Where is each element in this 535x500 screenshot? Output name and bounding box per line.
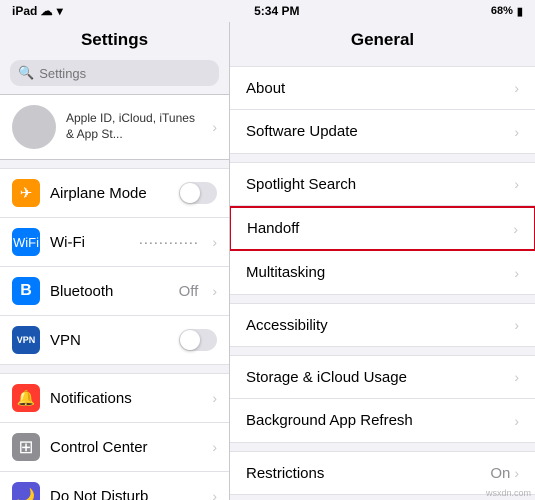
wifi-chevron-icon: › [212,234,217,250]
profile-row[interactable]: Apple ID, iCloud, iTunes & App St... › [0,94,229,160]
sidebar: Settings 🔍 Apple ID, iCloud, iTunes & Ap… [0,22,230,500]
profile-chevron-icon: › [212,119,217,135]
detail-item-multitasking[interactable]: Multitasking › [230,251,535,295]
battery-icon: ▮ [517,5,523,18]
search-input[interactable] [39,66,211,81]
bluetooth-value: Off [179,283,199,300]
about-chevron-icon: › [514,80,519,96]
sidebar-group-1: ✈ Airplane Mode WiFi Wi-Fi ············ … [0,168,229,365]
backgroundapprefresh-chevron-icon: › [514,413,519,429]
detail-item-spotlightsearch[interactable]: Spotlight Search › [230,162,535,206]
detail-item-handoff[interactable]: Handoff › [230,206,535,251]
sidebar-item-bluetooth[interactable]: B Bluetooth Off › [0,267,229,316]
search-bar[interactable]: 🔍 [10,60,219,86]
sidebar-item-label-controlcenter: Control Center [50,439,202,456]
detail-label-about: About [246,80,514,97]
detail-label-backgroundapprefresh: Background App Refresh [246,412,514,429]
detail-group-3: Accessibility › [230,303,535,347]
sidebar-item-label-airplane: Airplane Mode [50,185,169,202]
sidebar-item-airplane[interactable]: ✈ Airplane Mode [0,168,229,218]
handoff-chevron-icon: › [513,221,518,237]
detail-label-storageicloud: Storage & iCloud Usage [246,369,514,386]
detail-panel: General About › Software Update › Spotli… [230,22,535,500]
notifications-chevron-icon: › [212,390,217,406]
sidebar-item-label-notifications: Notifications [50,390,202,407]
sidebar-item-controlcenter[interactable]: ⊞ Control Center › [0,423,229,472]
wifi-value: ············ [138,234,198,251]
vpn-toggle[interactable] [179,329,217,351]
detail-group-1: About › Software Update › [230,66,535,154]
detail-label-handoff: Handoff [247,220,513,237]
accessibility-chevron-icon: › [514,317,519,333]
sidebar-item-vpn[interactable]: VPN VPN [0,316,229,365]
detail-item-backgroundapprefresh[interactable]: Background App Refresh › [230,399,535,443]
notifications-icon: 🔔 [12,384,40,412]
app-container: Settings 🔍 Apple ID, iCloud, iTunes & Ap… [0,22,535,500]
sidebar-item-label-vpn: VPN [50,332,169,349]
sidebar-item-wifi[interactable]: WiFi Wi-Fi ············ › [0,218,229,267]
detail-label-multitasking: Multitasking [246,264,514,281]
sidebar-group-2: 🔔 Notifications › ⊞ Control Center › 🌙 D… [0,373,229,500]
detail-group-4: Storage & iCloud Usage › Background App … [230,355,535,443]
spotlightsearch-chevron-icon: › [514,176,519,192]
detail-label-softwareupdate: Software Update [246,123,514,140]
softwareupdate-chevron-icon: › [514,124,519,140]
status-left: iPad ☁ ▾ [12,4,63,18]
sidebar-item-notifications[interactable]: 🔔 Notifications › [0,373,229,423]
multitasking-chevron-icon: › [514,265,519,281]
detail-item-storageicloud[interactable]: Storage & iCloud Usage › [230,355,535,399]
controlcenter-icon: ⊞ [12,433,40,461]
detail-label-restrictions: Restrictions [246,465,490,482]
battery-percent: 68% [491,5,513,17]
airplane-toggle[interactable] [179,182,217,204]
detail-item-about[interactable]: About › [230,66,535,110]
watermark: wsxdn.com [486,488,531,498]
detail-title: General [230,22,535,58]
profile-text: Apple ID, iCloud, iTunes & App St... [66,111,202,142]
status-bar: iPad ☁ ▾ 5:34 PM 68% ▮ [0,0,535,22]
status-right: 68% ▮ [491,5,523,18]
restrictions-chevron-icon: › [514,465,519,481]
sidebar-item-label-wifi: Wi-Fi [50,234,128,251]
search-icon: 🔍 [18,65,34,81]
status-time: 5:34 PM [254,4,299,18]
donotdisturb-chevron-icon: › [212,488,217,500]
detail-label-spotlightsearch: Spotlight Search [246,176,514,193]
sidebar-title: Settings [0,22,229,56]
bluetooth-icon: B [12,277,40,305]
sidebar-item-donotdisturb[interactable]: 🌙 Do Not Disturb › [0,472,229,500]
detail-group-2: Spotlight Search › Handoff › Multitaskin… [230,162,535,295]
airplane-icon: ✈ [12,179,40,207]
wifi-icon-sidebar: WiFi [12,228,40,256]
donotdisturb-icon: 🌙 [12,482,40,500]
sidebar-item-label-bluetooth: Bluetooth [50,283,169,300]
detail-item-softwareupdate[interactable]: Software Update › [230,110,535,154]
controlcenter-chevron-icon: › [212,439,217,455]
ipad-label: iPad ☁ [12,4,53,18]
storageicloud-chevron-icon: › [514,369,519,385]
restrictions-value: On [490,465,510,482]
bluetooth-chevron-icon: › [212,283,217,299]
wifi-icon: ▾ [57,4,63,18]
detail-item-accessibility[interactable]: Accessibility › [230,303,535,347]
sidebar-item-label-donotdisturb: Do Not Disturb [50,488,202,500]
detail-label-accessibility: Accessibility [246,317,514,334]
avatar [12,105,56,149]
vpn-icon: VPN [12,326,40,354]
